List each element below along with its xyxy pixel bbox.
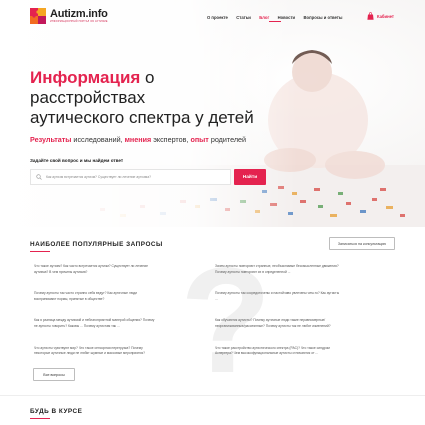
question-link[interactable]: Зачем аутисты повторяют странные, необъя… [215,264,380,275]
puzzle-logo-icon [30,8,46,24]
question-line: некоторые аутичные люди не любят шумные … [34,351,145,356]
consultation-button[interactable]: Записаться на консультацию [329,237,395,250]
question-link[interactable]: Что аутисты чувствуют мир? Что такое сен… [34,346,199,357]
question-line: ... [215,296,218,301]
question-link[interactable]: Как обучаются аутисты? Почему аутичные л… [215,318,380,329]
hero-section: Autizm.info ИНФОРМАЦИОННЫЙ ПОРТАЛ ОБ АУТ… [0,0,425,227]
question-line: неорганизованные/рассеянные? Почему аути… [215,323,331,328]
questions-right-column: Зачем аутисты повторяют странные, необъя… [215,264,380,373]
cabinet-label: Кабинет [377,13,394,19]
section-divider [0,395,425,396]
all-questions-button[interactable]: Все вопросы [33,368,75,381]
shopping-bag-icon [367,12,374,20]
nav-item-news[interactable]: Новости [278,15,296,20]
search-prompt: Задайте свой вопрос и мы найдем ответ [30,158,124,163]
nav-item-qa[interactable]: Вопросы и ответы [304,15,343,20]
popular-section-title: НАИБОЛЕЕ ПОПУЛЯРНЫЕ ЗАПРОСЫ [30,241,163,248]
headline-accent: Информация [30,68,141,87]
active-nav-indicator [269,21,281,22]
subtitle-text-3: родителей [208,135,247,144]
questions-left-column: Что такое аутизм? Как часто встречается … [34,264,199,373]
question-line: Почему аутисты повторяют их в определенн… [215,269,291,274]
question-line: воспринимают нормы, принятые в обществе? [34,296,105,301]
headline-part-2: аутического спектра у детей [30,108,254,127]
popular-title-underline [30,251,50,252]
hero-subtitle: Результаты исследований, мнения эксперто… [30,135,246,144]
site-header: Autizm.info ИНФОРМАЦИОННЫЙ ПОРТАЛ ОБ АУТ… [0,0,425,36]
brand-tagline: ИНФОРМАЦИОННЫЙ ПОРТАЛ ОБ АУТИЗМЕ [50,19,108,23]
magnifier-icon [36,174,42,180]
stay-informed-underline [30,418,50,419]
subtitle-word-opinions: мнения [124,135,152,144]
question-link[interactable]: Что такое расстройство аутистического сп… [215,346,380,357]
question-link[interactable]: Что такое аутизм? Как часто встречается … [34,264,199,275]
main-nav: О проекте Статьи Блог Новости Вопросы и … [207,15,351,20]
search-form: Как аутизм встречается аутизм? Существуе… [30,169,266,185]
search-input[interactable]: Как аутизм встречается аутизм? Существуе… [30,169,231,185]
brand-name: Autizm.info [50,7,108,20]
subtitle-text-1: исследований, [71,135,125,144]
question-link[interactable]: Почему аутисты так часто странно себя ве… [34,291,199,302]
subtitle-word-experience: опыт [190,135,209,144]
question-line: Аспергера? Чем высокофункциональные аути… [215,351,319,356]
site-logo[interactable]: Autizm.info ИНФОРМАЦИОННЫЙ ПОРТАЛ ОБ АУТ… [30,8,108,24]
nav-item-about[interactable]: О проекте [207,15,228,20]
question-line: аутизма? В чем причины аутизма? [34,269,88,274]
nav-item-articles[interactable]: Статьи [236,15,251,20]
question-line: не аутисты говорить? Каковы ... Почему а… [34,323,120,328]
cabinet-link[interactable]: Кабинет [367,12,394,20]
nav-item-blog[interactable]: Блог [259,15,269,20]
hero-headline: Информация о расстройствах аутического с… [30,68,260,128]
subtitle-word-results: Результаты [30,135,72,144]
question-link[interactable]: Как я разница между аутизмой и неблагопр… [34,318,199,329]
stay-informed-title: БУДЬ В КУРСЕ [30,408,83,415]
search-placeholder: Как аутизм встречается аутизм? Существуе… [46,175,152,179]
subtitle-text-2: экспертов, [151,135,191,144]
search-button[interactable]: Найти [234,169,266,185]
question-link[interactable]: Почему аутисты так сосредоточены и насто… [215,291,380,302]
